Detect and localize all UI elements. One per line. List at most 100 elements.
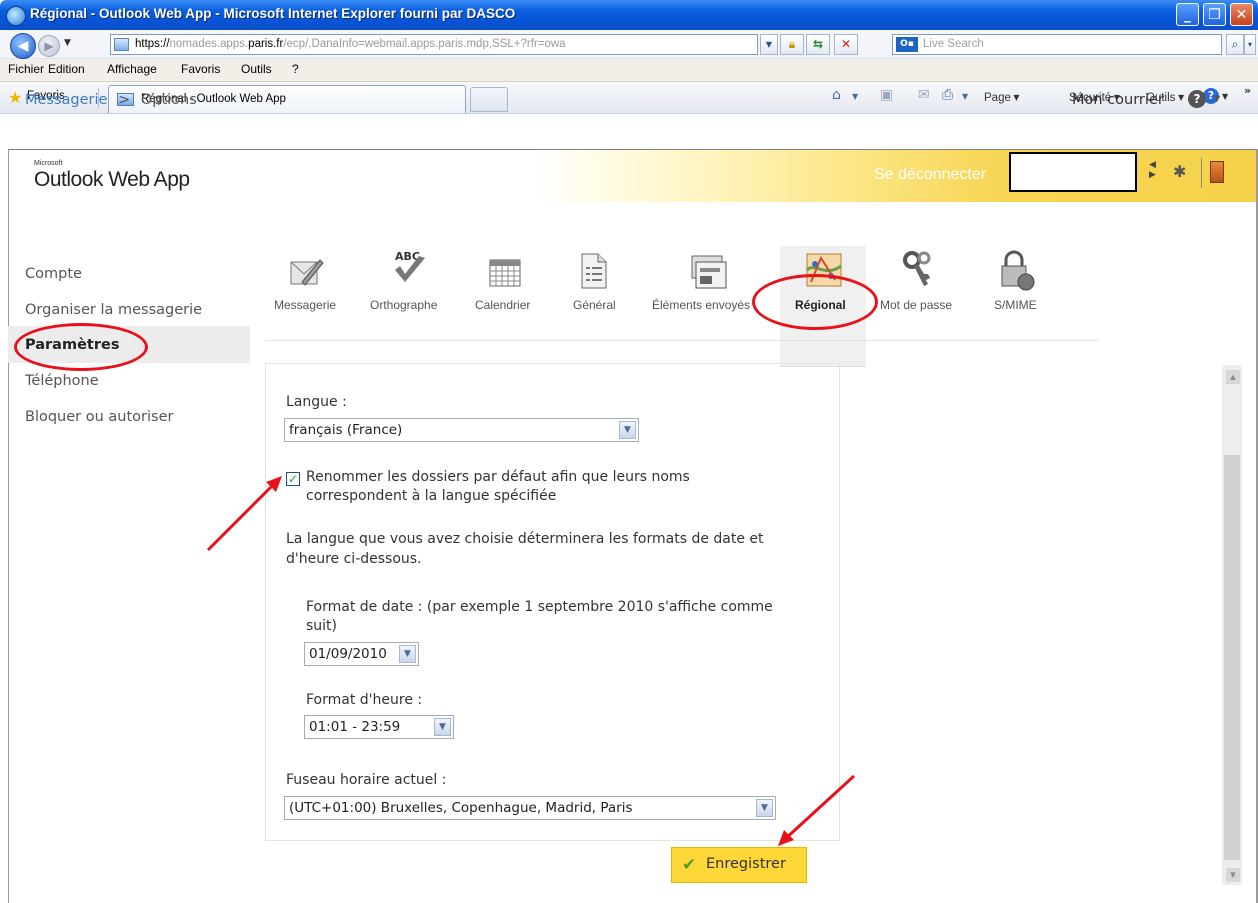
annotation-circle-regional xyxy=(752,274,878,330)
menu-bar: Fichier Edition Affichage Favoris Outils… xyxy=(0,59,1258,82)
window-title-bar[interactable]: Régional - Outlook Web App - Microsoft I… xyxy=(0,0,1258,30)
annotation-arrow-checkbox xyxy=(206,476,282,552)
favorites-star-icon[interactable]: ★ xyxy=(8,88,22,107)
exit-door-icon[interactable] xyxy=(1210,161,1224,183)
tab-sent-items[interactable]: Éléments envoyés xyxy=(652,298,750,312)
address-toolbar: ◀ ▶ ▼ https://nomades.apps.paris.fr/ecp/… xyxy=(0,30,1258,59)
tab-smime[interactable]: S/MIME xyxy=(994,298,1037,312)
menu-tools[interactable]: Outils xyxy=(241,62,272,76)
nav-item-account[interactable]: Compte xyxy=(25,266,82,282)
rename-folders-label-cont: correspondent à la langue spécifiée xyxy=(306,488,557,504)
minimize-button[interactable]: _ xyxy=(1176,3,1199,26)
nav-item-organize-mail[interactable]: Organiser la messagerie xyxy=(25,302,202,318)
language-info-text-cont: d'heure ci-dessous. xyxy=(286,551,422,567)
stop-icon[interactable]: ✕ xyxy=(834,34,858,55)
forward-arrow-icon[interactable]: ▶ xyxy=(38,35,60,57)
logout-link[interactable]: Se déconnecter xyxy=(874,166,986,184)
home-dropdown-icon[interactable]: ▼ xyxy=(852,92,858,101)
page-top-spacer xyxy=(0,114,1258,149)
help-icon[interactable]: ? xyxy=(1188,90,1206,108)
search-box[interactable]: O▪ Live Search xyxy=(892,34,1222,55)
nav-item-block-allow[interactable]: Bloquer ou autoriser xyxy=(25,409,173,425)
help-dropdown-icon[interactable]: ▼ xyxy=(1214,94,1220,103)
owa-logo: Outlook Web App xyxy=(34,168,190,191)
rename-folders-label: Renommer les dossiers par défaut afin qu… xyxy=(306,469,690,485)
breadcrumb: Messagerie > Options xyxy=(25,92,197,108)
password-keys-icon xyxy=(903,251,931,286)
my-mail-link[interactable]: Mon courrier xyxy=(1072,92,1164,108)
tabs-divider xyxy=(265,340,1098,341)
chevron-down-icon[interactable]: ▼ xyxy=(619,421,636,439)
language-select[interactable]: français (France) ▼ xyxy=(284,418,639,442)
scrollbar-thumb[interactable] xyxy=(1224,455,1240,860)
tab-general[interactable]: Général xyxy=(573,298,616,312)
timezone-select[interactable]: (UTC+01:00) Bruxelles, Copenhague, Madri… xyxy=(284,796,776,820)
checkmark-icon: ✔ xyxy=(682,855,697,875)
time-format-select[interactable]: 01:01 - 23:59 ▼ xyxy=(304,715,454,739)
help-dropdown-icon[interactable]: ▼ xyxy=(1222,92,1228,101)
refresh-icon[interactable]: ⇆ xyxy=(806,34,830,55)
tab-calendar[interactable]: Calendrier xyxy=(475,298,530,312)
timezone-value: (UTC+01:00) Bruxelles, Copenhague, Madri… xyxy=(289,800,633,816)
maximize-button[interactable]: ❐ xyxy=(1203,3,1226,26)
menu-edit[interactable]: Edition xyxy=(48,62,85,76)
date-format-value: 01/09/2010 xyxy=(309,646,387,662)
owa-header: Microsoft Outlook Web App Se déconnecter… xyxy=(9,150,1258,202)
tab-mail[interactable]: Messagerie xyxy=(274,298,336,312)
chevron-down-icon[interactable]: ▼ xyxy=(434,718,451,736)
window-title: Régional - Outlook Web App - Microsoft I… xyxy=(30,6,516,21)
date-format-label: Format de date : (par exemple 1 septembr… xyxy=(306,599,773,615)
scroll-down-arrow-icon[interactable]: ▼ xyxy=(1226,868,1240,882)
save-button-label: Enregistrer xyxy=(706,856,786,872)
breadcrumb-options: Options xyxy=(140,92,197,108)
time-format-value: 01:01 - 23:59 xyxy=(309,719,401,735)
back-arrow-icon[interactable]: ◀ xyxy=(10,33,36,59)
lock-icon[interactable]: 🔒︎ xyxy=(780,34,804,55)
print-dropdown-icon[interactable]: ▼ xyxy=(962,92,968,101)
microsoft-label: Microsoft xyxy=(34,160,63,167)
smime-lock-icon xyxy=(1001,250,1035,291)
search-input[interactable]: Live Search xyxy=(923,38,984,50)
scroll-up-arrow-icon[interactable]: ▲ xyxy=(1226,370,1240,384)
internet-explorer-icon xyxy=(6,6,26,26)
chevron-right-icon[interactable]: » xyxy=(1244,84,1251,97)
address-url[interactable]: https://nomades.apps.paris.fr/ecp/,DanaI… xyxy=(135,38,566,50)
tab-password[interactable]: Mot de passe xyxy=(880,298,952,312)
mail-settings-icon xyxy=(290,259,324,286)
date-format-select[interactable]: 01/09/2010 ▼ xyxy=(304,642,419,666)
menu-view[interactable]: Affichage xyxy=(107,62,157,76)
mail-icon[interactable]: ✉ xyxy=(918,87,930,103)
collapse-arrows-icon[interactable]: ◀ ▶ xyxy=(1149,160,1156,180)
calendar-icon xyxy=(489,259,521,287)
language-label: Langue : xyxy=(286,394,347,410)
general-document-icon xyxy=(581,253,607,289)
print-icon[interactable]: ⎙ xyxy=(942,87,953,103)
divider xyxy=(1201,158,1202,188)
tab-spelling[interactable]: Orthographe xyxy=(370,298,437,312)
home-icon[interactable]: ⌂ xyxy=(832,87,841,103)
menu-help[interactable]: ? xyxy=(292,62,299,76)
address-dropdown-icon[interactable]: ▼ xyxy=(760,34,778,55)
menu-favorites[interactable]: Favoris xyxy=(181,62,220,76)
nav-item-phone[interactable]: Téléphone xyxy=(25,373,99,389)
chevron-down-icon[interactable]: ▼ xyxy=(399,645,416,663)
time-format-label: Format d'heure : xyxy=(306,692,423,708)
search-icon[interactable]: ⌕ xyxy=(1226,34,1244,55)
save-button[interactable]: ✔ Enregistrer xyxy=(671,847,807,883)
gear-icon[interactable]: ✱ xyxy=(1173,162,1186,181)
address-bar[interactable]: https://nomades.apps.paris.fr/ecp/,DanaI… xyxy=(110,34,758,55)
page-icon xyxy=(114,38,129,51)
history-dropdown-icon[interactable]: ▼ xyxy=(64,38,71,48)
search-options-dropdown-icon[interactable]: ▾ xyxy=(1244,34,1256,55)
date-format-label-cont: suit) xyxy=(306,618,338,634)
page-menu[interactable]: Page ▼ xyxy=(984,82,1020,104)
timezone-label: Fuseau horaire actuel : xyxy=(286,772,447,788)
user-name-box xyxy=(1009,152,1137,192)
sent-items-icon xyxy=(691,255,727,289)
spelling-check-icon: ABC xyxy=(395,250,425,282)
feeds-icon[interactable]: ▣ xyxy=(880,87,893,103)
breadcrumb-mail-link[interactable]: Messagerie xyxy=(25,92,107,108)
menu-file[interactable]: Fichier xyxy=(8,62,44,76)
close-window-button[interactable]: ✕ xyxy=(1230,3,1253,26)
new-tab-button[interactable] xyxy=(470,87,508,112)
